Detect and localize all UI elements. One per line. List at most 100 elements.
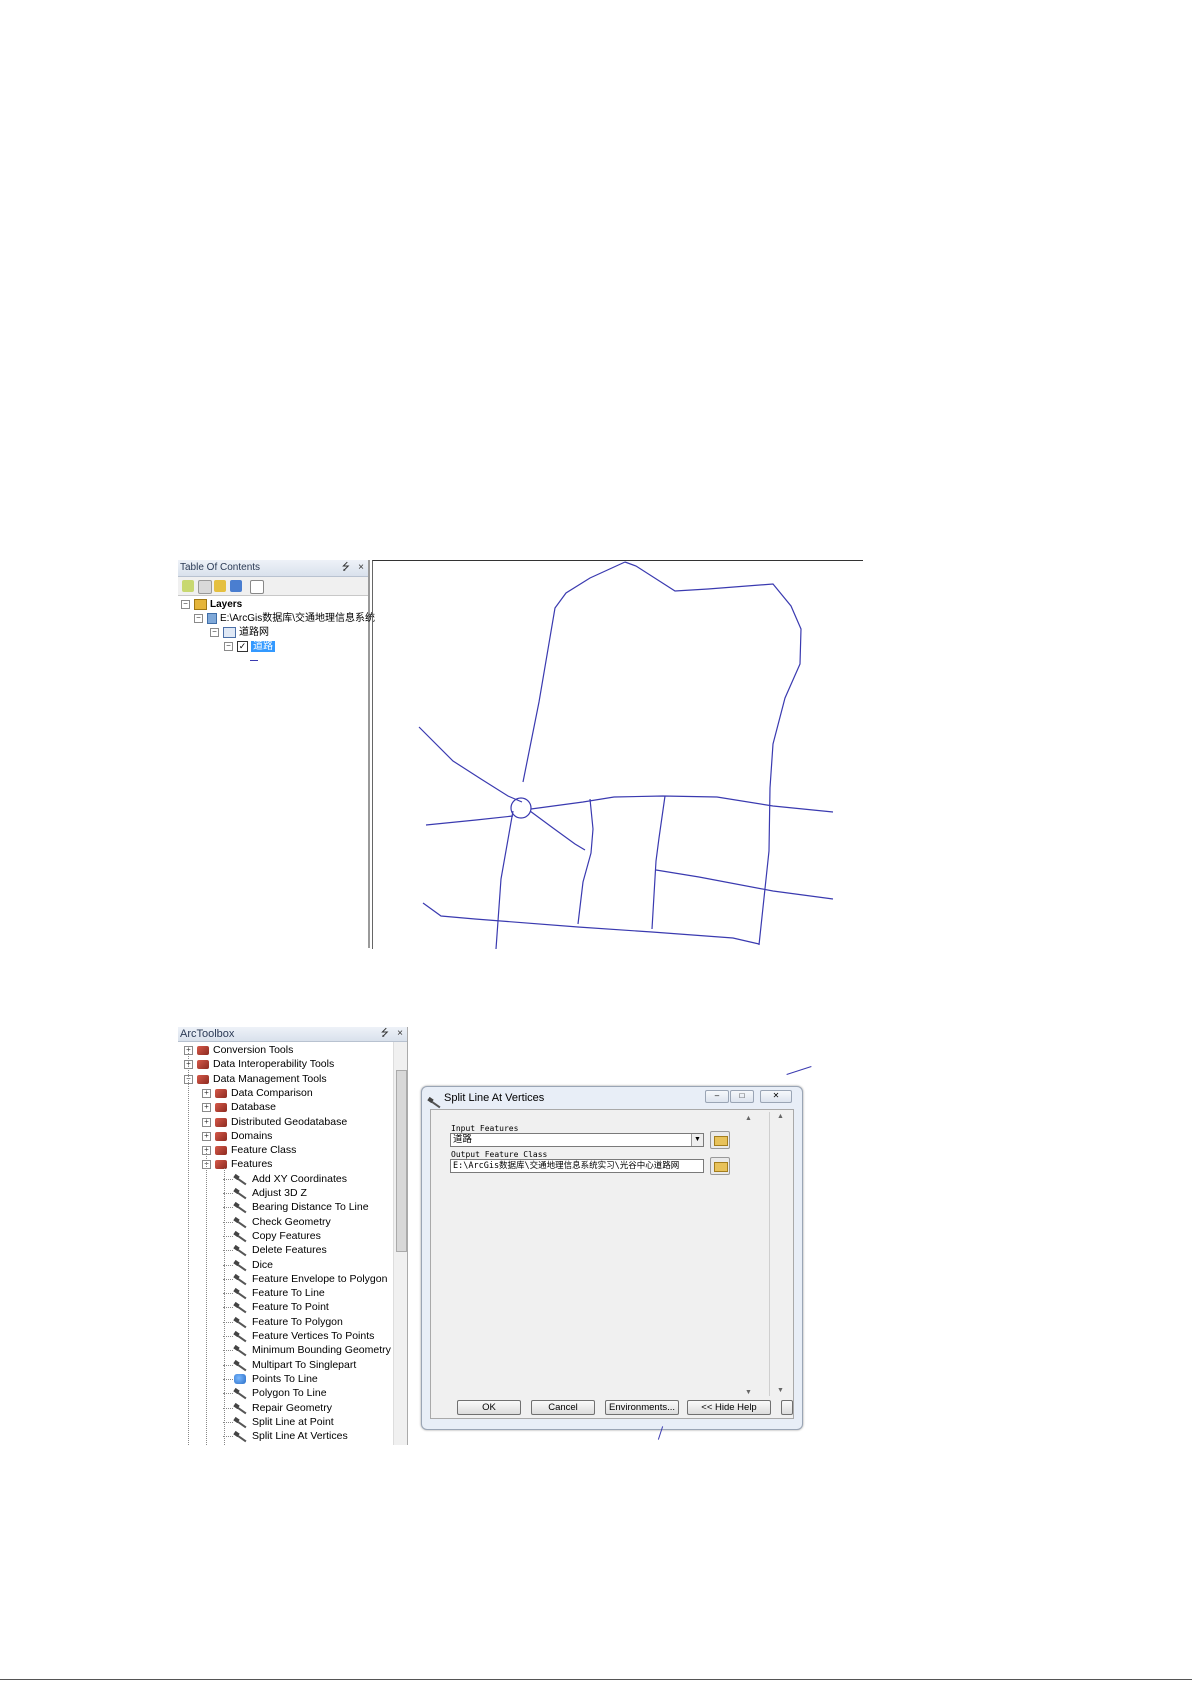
- cancel-button[interactable]: Cancel: [531, 1400, 595, 1415]
- tool-label: Repair Geometry: [252, 1402, 332, 1414]
- tool-item[interactable]: Delete Features: [223, 1243, 327, 1257]
- line-symbol: [250, 660, 258, 661]
- close-icon[interactable]: ×: [397, 1027, 403, 1041]
- arctoolbox-title: ArcToolbox: [180, 1028, 235, 1040]
- toolset-row[interactable]: + Conversion Tools: [184, 1043, 293, 1057]
- tool-item[interactable]: Feature To Point: [223, 1300, 329, 1314]
- table-of-contents-panel: Table Of Contents ⭍ × − Layers − E:\ArcGis…: [178, 560, 375, 948]
- tree-guide-line: [206, 1153, 207, 1445]
- geodatabase-path: E:\ArcGis数据库\交通地理信息系统: [220, 613, 376, 624]
- tool-item[interactable]: Feature Envelope to Polygon: [223, 1272, 387, 1286]
- scroll-down-icon[interactable]: ▼: [775, 1386, 786, 1396]
- tool-label: Copy Features: [252, 1230, 321, 1242]
- tree-dataset[interactable]: − 道路网: [210, 626, 269, 640]
- hammer-icon: [234, 1302, 248, 1312]
- ok-button[interactable]: OK: [457, 1400, 521, 1415]
- tool-item[interactable]: Minimum Bounding Geometry: [223, 1343, 391, 1357]
- tool-item[interactable]: Check Geometry: [223, 1215, 331, 1229]
- options-icon[interactable]: [250, 580, 264, 594]
- tree-geodatabase[interactable]: − E:\ArcGis数据库\交通地理信息系统: [194, 612, 375, 626]
- map-view[interactable]: [372, 560, 863, 950]
- tool-item[interactable]: Feature Vertices To Points: [223, 1329, 374, 1343]
- tree-layers[interactable]: − Layers: [181, 598, 242, 612]
- tree-layer-road[interactable]: − ✓ 道路: [224, 640, 275, 654]
- toolset-label: Data Comparison: [231, 1087, 313, 1099]
- tool-help-button[interactable]: [781, 1400, 793, 1415]
- tool-item[interactable]: Points To Line: [223, 1372, 318, 1386]
- layer-visibility-checkbox[interactable]: ✓: [237, 640, 248, 652]
- tool-item[interactable]: Multipart To Singlepart: [223, 1358, 356, 1372]
- arctoolbox-panel: ArcToolbox ⭍ × + Conversion Tools + Data In…: [178, 1027, 408, 1445]
- browse-folder-icon[interactable]: [710, 1131, 730, 1149]
- close-button[interactable]: ✕: [760, 1090, 792, 1103]
- input-features-combobox[interactable]: 道路 ▼: [450, 1133, 704, 1147]
- close-icon[interactable]: ×: [358, 560, 364, 576]
- tool-item[interactable]: Feature To Polygon: [223, 1315, 343, 1329]
- scrollbar-thumb[interactable]: [396, 1070, 407, 1252]
- toolbox-scrollbar[interactable]: [393, 1042, 407, 1445]
- collapse-icon[interactable]: −: [210, 627, 219, 637]
- tool-item[interactable]: Adjust 3D Z: [223, 1186, 307, 1200]
- tool-item[interactable]: Copy Features: [223, 1229, 321, 1243]
- toolset-row[interactable]: + Distributed Geodatabase: [202, 1115, 347, 1129]
- road-line: [651, 795, 666, 930]
- tool-item[interactable]: Bearing Distance To Line: [223, 1200, 369, 1214]
- list-by-drawing-order-icon[interactable]: [182, 580, 194, 592]
- road-line: [418, 726, 523, 803]
- toolset-row[interactable]: − Data Management Tools: [184, 1072, 327, 1086]
- pin-icon[interactable]: ⭍: [342, 560, 350, 576]
- hide-help-button[interactable]: << Hide Help: [687, 1400, 771, 1415]
- list-by-visibility-icon[interactable]: [214, 580, 226, 592]
- environments-button[interactable]: Environments...: [605, 1400, 679, 1415]
- tool-item[interactable]: Dice: [223, 1258, 273, 1272]
- tool-item[interactable]: Feature To Line: [223, 1286, 325, 1300]
- tool-item[interactable]: Polygon To Line: [223, 1386, 327, 1400]
- toolset-row[interactable]: + Database: [202, 1100, 276, 1114]
- split-line-at-vertices-dialog: Split Line At Vertices – □ ✕ Input Featu…: [421, 1086, 803, 1430]
- hammer-icon: [234, 1202, 248, 1212]
- road-fragment: [786, 1066, 812, 1075]
- layers-icon: [194, 598, 207, 610]
- collapse-icon[interactable]: −: [181, 599, 190, 609]
- output-feature-class-input[interactable]: E:\ArcGis数据库\交通地理信息系统实习\光谷中心道路网: [450, 1159, 704, 1173]
- list-by-source-icon[interactable]: [198, 580, 212, 594]
- hammer-icon: [234, 1288, 248, 1298]
- tool-item[interactable]: Repair Geometry: [223, 1401, 332, 1415]
- tool-item[interactable]: Split Line at Point: [223, 1415, 334, 1429]
- collapse-icon[interactable]: −: [224, 641, 233, 651]
- toolset-label: Distributed Geodatabase: [231, 1116, 348, 1128]
- expand-icon[interactable]: +: [202, 1131, 211, 1141]
- hammer-icon: [234, 1274, 248, 1284]
- toolset-row[interactable]: − Features: [202, 1157, 272, 1171]
- collapse-icon[interactable]: −: [194, 613, 203, 623]
- scroll-up-icon[interactable]: ▲: [775, 1112, 786, 1122]
- toolset-row[interactable]: + Data Comparison: [202, 1086, 313, 1100]
- minimize-button[interactable]: –: [705, 1090, 729, 1103]
- tool-label: Feature To Line: [252, 1287, 325, 1299]
- tool-label: Add XY Coordinates: [252, 1173, 347, 1185]
- output-feature-class-label: Output Feature Class: [451, 1150, 548, 1159]
- browse-folder-icon[interactable]: [710, 1157, 730, 1175]
- layer-name-selected[interactable]: 道路: [251, 641, 275, 652]
- chevron-down-icon[interactable]: ▼: [691, 1134, 703, 1146]
- maximize-button[interactable]: □: [730, 1090, 754, 1103]
- list-by-selection-icon[interactable]: [230, 580, 242, 592]
- toolset-row[interactable]: + Feature Class: [202, 1143, 296, 1157]
- hammer-icon: [234, 1245, 248, 1255]
- expand-icon[interactable]: +: [202, 1117, 211, 1127]
- toolset-row[interactable]: + Domains: [202, 1129, 272, 1143]
- toolset-label: Feature Class: [231, 1144, 297, 1156]
- tool-item[interactable]: Add XY Coordinates: [223, 1172, 347, 1186]
- toolset-row[interactable]: + Data Interoperability Tools: [184, 1057, 334, 1071]
- tool-label: Feature To Polygon: [252, 1316, 343, 1328]
- toolset-label: Database: [231, 1101, 276, 1113]
- expand-icon[interactable]: +: [202, 1088, 211, 1098]
- scroll-up-icon[interactable]: ▲: [743, 1114, 754, 1124]
- expand-icon[interactable]: +: [202, 1102, 211, 1112]
- pin-icon[interactable]: ⭍: [381, 1027, 389, 1041]
- tool-item[interactable]: Split Line At Vertices: [223, 1429, 348, 1443]
- help-scrollbar[interactable]: ▲ ▼: [775, 1112, 786, 1396]
- tool-label: Feature To Point: [252, 1301, 329, 1313]
- params-scrollbar[interactable]: ▲ ▼: [743, 1114, 754, 1398]
- scroll-down-icon[interactable]: ▼: [743, 1388, 754, 1398]
